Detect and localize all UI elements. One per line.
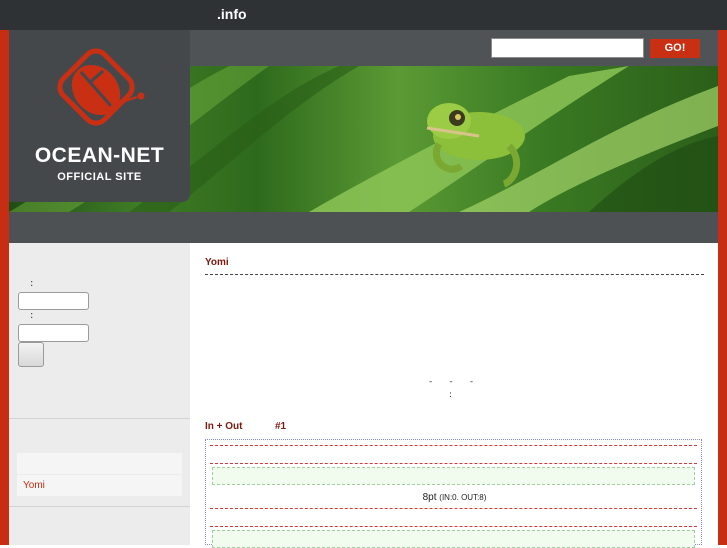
red-divider — [210, 508, 697, 509]
site-title[interactable]: .info — [217, 6, 247, 22]
stats-cell — [212, 467, 695, 485]
login-id-field[interactable] — [18, 292, 89, 310]
logo-wordmark: OCEAN-NET — [34, 144, 165, 167]
search-strip: GO! — [190, 30, 718, 66]
mouse-logo-icon — [57, 48, 145, 126]
top-bar: .info — [0, 0, 727, 30]
field-label-2: : — [30, 310, 34, 321]
access-stats-box: 8pt (IN:0. OUT:8) — [205, 439, 703, 548]
stats-size: 8pt — [422, 492, 437, 503]
dash-text: - - - — [429, 377, 474, 387]
section-divider — [205, 274, 704, 275]
section-number: #1 — [275, 421, 287, 432]
sidebar-divider — [9, 506, 190, 507]
login-button[interactable] — [18, 342, 44, 367]
sidebar: : : Yomi — [9, 243, 190, 545]
sidebar-item-blank[interactable] — [17, 453, 182, 474]
red-divider — [210, 463, 697, 464]
stats-cell — [212, 530, 695, 548]
sidebar-divider — [9, 418, 190, 419]
stats-detail: (IN:0. OUT:8) — [439, 493, 487, 502]
field-label-1: : — [30, 278, 34, 289]
red-divider — [210, 445, 697, 446]
go-button[interactable]: GO! — [650, 39, 700, 58]
stats-text: 8pt (IN:0. OUT:8) — [206, 492, 703, 503]
colon-text: : — [449, 390, 453, 400]
main-content: Yomi - - - : In + Out #1 8pt (IN:0. OUT:… — [190, 243, 718, 548]
password-field[interactable] — [18, 324, 89, 342]
nav-bar — [9, 212, 718, 243]
section-title-yomi: Yomi — [205, 257, 229, 268]
section-title-in-out: In + Out — [205, 421, 243, 432]
left-edge-stripe — [0, 30, 9, 545]
search-input[interactable] — [491, 38, 644, 58]
red-divider — [210, 526, 697, 527]
right-edge-stripe — [718, 30, 727, 545]
logo-panel[interactable]: OCEAN-NET OFFICIAL SITE — [9, 30, 190, 202]
sidebar-item-yomi[interactable]: Yomi — [23, 480, 45, 491]
logo-tagline: OFFICIAL SITE — [57, 171, 142, 183]
